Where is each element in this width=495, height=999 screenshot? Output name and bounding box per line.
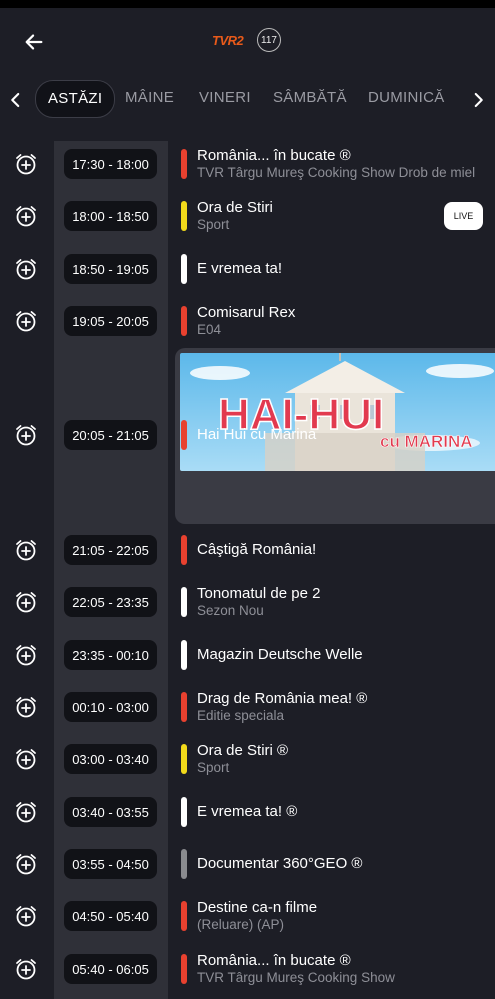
alarm-add-icon: [16, 802, 36, 823]
program-title: Documentar 360°GEO ®: [197, 855, 363, 872]
program-title: Ora de Stiri ®: [197, 742, 289, 759]
add-reminder-button[interactable]: [14, 309, 38, 333]
add-reminder-button[interactable]: [14, 423, 38, 447]
alarm-add-icon: [16, 206, 36, 227]
program-title: România... în bucate ®: [197, 147, 351, 164]
add-reminder-button[interactable]: [14, 590, 38, 614]
program-time: 21:05 - 22:05: [64, 535, 157, 565]
add-reminder-button[interactable]: [14, 904, 38, 928]
program-title: Destine ca-n filme: [197, 899, 318, 916]
program-subtitle: Sezon Nou: [197, 603, 264, 618]
day-next-button[interactable]: [464, 86, 492, 114]
program-title: E vremea ta! ®: [197, 803, 298, 820]
program-title: Drag de România mea! ®: [197, 690, 368, 707]
alarm-add-icon: [16, 749, 36, 770]
day-tab-saturday[interactable]: SÂMBĂTĂ: [273, 80, 347, 116]
genre-color-bar: [181, 535, 187, 565]
program-subtitle: Sport: [197, 217, 230, 232]
program-time: 17:30 - 18:00: [64, 149, 157, 179]
featured-logo-sub: cu MARINA: [380, 432, 473, 451]
back-button[interactable]: [18, 26, 50, 58]
alarm-add-icon: [16, 540, 36, 561]
live-button[interactable]: LIVE: [444, 202, 483, 230]
program-subtitle: TVR Târgu Mureş Cooking Show: [197, 970, 395, 985]
header: TVR2 117: [0, 8, 495, 72]
arrow-left-icon: [25, 34, 43, 50]
program-title: Tonomatul de pe 2: [197, 585, 321, 602]
add-reminder-button[interactable]: [14, 747, 38, 771]
add-reminder-button[interactable]: [14, 957, 38, 981]
alarm-add-icon: [16, 645, 36, 666]
genre-color-bar: [181, 149, 187, 179]
genre-color-bar: [181, 640, 187, 670]
program-subtitle: E04: [197, 322, 222, 337]
program-time: 03:00 - 03:40: [64, 744, 157, 774]
program-subtitle: TVR Târgu Mureş Cooking Show Drob de mie…: [197, 165, 476, 180]
genre-color-bar: [181, 201, 187, 231]
day-tab-sunday[interactable]: DUMINICĂ: [368, 80, 445, 116]
alarm-add-icon: [16, 311, 36, 332]
app-screen: TVR2 117 ASTĂZI MÂINE VINERI SÂMBĂTĂ DUM…: [0, 8, 495, 999]
day-tab-friday[interactable]: VINERI: [199, 80, 251, 116]
genre-color-bar: [181, 797, 187, 827]
alarm-add-icon: [16, 154, 36, 175]
chevron-left-icon: [11, 92, 20, 108]
alarm-add-icon: [16, 592, 36, 613]
day-tab-today[interactable]: ASTĂZI: [35, 80, 116, 118]
day-selector: ASTĂZI MÂINE VINERI SÂMBĂTĂ DUMINICĂ: [0, 80, 495, 120]
program-time: 18:00 - 18:50: [64, 201, 157, 231]
program-time: 19:05 - 20:05: [64, 306, 157, 336]
add-reminder-button[interactable]: [14, 800, 38, 824]
program-time: 00:10 - 03:00: [64, 692, 157, 722]
program-title: Ora de Stiri: [197, 199, 273, 216]
genre-color-bar: [181, 587, 187, 617]
alarm-add-icon: [16, 854, 36, 875]
genre-color-bar: [181, 849, 187, 879]
add-reminder-button[interactable]: [14, 538, 38, 562]
program-time: 22:05 - 23:35: [64, 587, 157, 617]
genre-color-bar: [181, 306, 187, 336]
channel-logo: TVR2: [212, 33, 244, 48]
program-time: 05:40 - 06:05: [64, 954, 157, 984]
program-title: Comisarul Rex: [197, 304, 296, 321]
day-tab-tomorrow[interactable]: MÂINE: [125, 80, 174, 116]
add-reminder-button[interactable]: [14, 852, 38, 876]
program-subtitle: Sport: [197, 760, 230, 775]
program-time: 23:35 - 00:10: [64, 640, 157, 670]
featured-program-image: HAI-HUI cu MARINA: [180, 353, 495, 471]
genre-color-bar: [181, 254, 187, 284]
genre-color-bar: [181, 744, 187, 774]
alarm-add-icon: [16, 959, 36, 980]
program-time: 20:05 - 21:05: [64, 420, 157, 450]
genre-color-bar: [181, 954, 187, 984]
add-reminder-button[interactable]: [14, 695, 38, 719]
program-title: Câştigă România!: [197, 541, 317, 558]
alarm-add-icon: [16, 697, 36, 718]
genre-color-bar: [181, 692, 187, 722]
add-reminder-button[interactable]: [14, 643, 38, 667]
program-time: 18:50 - 19:05: [64, 254, 157, 284]
program-time: 03:55 - 04:50: [64, 849, 157, 879]
chevron-right-icon: [474, 92, 483, 108]
program-time: 03:40 - 03:55: [64, 797, 157, 827]
add-reminder-button[interactable]: [14, 152, 38, 176]
channel-number-badge: 117: [257, 28, 281, 52]
genre-color-bar: [181, 420, 187, 450]
day-prev-button[interactable]: [2, 86, 30, 114]
alarm-add-icon: [16, 425, 36, 446]
program-subtitle: (Reluare) (AP): [197, 917, 285, 932]
alarm-add-icon: [16, 259, 36, 280]
program-time: 04:50 - 05:40: [64, 901, 157, 931]
program-title: Hai Hui cu Marina: [197, 426, 317, 443]
program-title: E vremea ta!: [197, 260, 283, 277]
program-title: Magazin Deutsche Welle: [197, 646, 363, 663]
alarm-add-icon: [16, 906, 36, 927]
add-reminder-button[interactable]: [14, 204, 38, 228]
program-title: România... în bucate ®: [197, 952, 351, 969]
add-reminder-button[interactable]: [14, 257, 38, 281]
program-subtitle: Editie speciala: [197, 708, 285, 723]
genre-color-bar: [181, 901, 187, 931]
